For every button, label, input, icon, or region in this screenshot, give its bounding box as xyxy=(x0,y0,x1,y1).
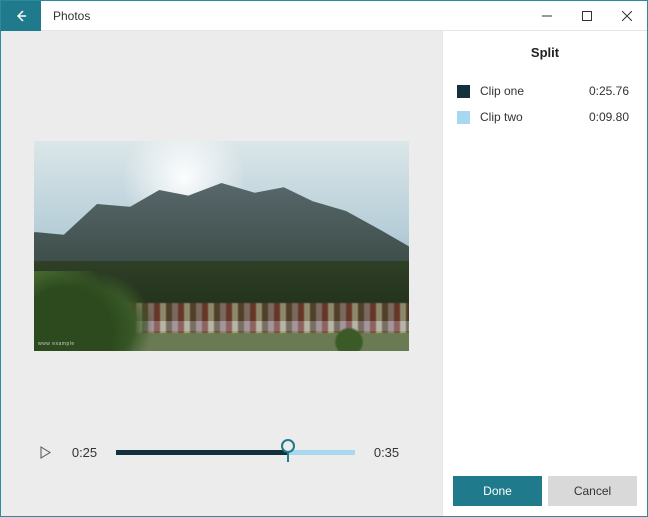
preview-area: www example xyxy=(1,31,442,406)
split-track[interactable] xyxy=(116,442,356,462)
done-button[interactable]: Done xyxy=(453,476,542,506)
clip-two-segment xyxy=(288,450,355,455)
clip-one-segment xyxy=(116,450,289,455)
side-panel: Split Clip one 0:25.76 Clip two 0:09.80 … xyxy=(442,31,647,516)
back-button[interactable] xyxy=(1,1,41,31)
app-window: Photos xyxy=(0,0,648,517)
clip-row-two: Clip two 0:09.80 xyxy=(443,104,647,130)
split-handle[interactable] xyxy=(281,439,295,453)
app-body: www example 0:25 0:35 Split xyxy=(1,31,647,516)
main-pane: www example 0:25 0:35 xyxy=(1,31,442,516)
clip-two-time: 0:09.80 xyxy=(589,110,629,124)
minimize-button[interactable] xyxy=(527,1,567,31)
clip-one-swatch xyxy=(457,85,470,98)
maximize-icon xyxy=(582,11,592,21)
play-button[interactable] xyxy=(40,445,54,459)
cancel-button[interactable]: Cancel xyxy=(548,476,637,506)
playback-controls: 0:25 0:35 xyxy=(1,406,442,516)
clip-two-swatch xyxy=(457,111,470,124)
titlebar: Photos xyxy=(1,1,647,31)
maximize-button[interactable] xyxy=(567,1,607,31)
clip-one-label: Clip one xyxy=(480,84,589,98)
clip-one-time: 0:25.76 xyxy=(589,84,629,98)
current-time: 0:25 xyxy=(68,445,102,460)
window-controls xyxy=(527,1,647,31)
close-icon xyxy=(622,11,632,21)
close-button[interactable] xyxy=(607,1,647,31)
clip-two-label: Clip two xyxy=(480,110,589,124)
panel-buttons: Done Cancel xyxy=(443,466,647,516)
panel-title: Split xyxy=(443,31,647,78)
minimize-icon xyxy=(542,11,552,21)
back-arrow-icon xyxy=(14,9,28,23)
play-icon xyxy=(40,446,51,459)
total-time: 0:35 xyxy=(370,445,404,460)
clip-row-one: Clip one 0:25.76 xyxy=(443,78,647,104)
app-title: Photos xyxy=(53,9,90,23)
split-handle-stem xyxy=(287,453,289,462)
video-preview[interactable]: www example xyxy=(34,141,409,351)
